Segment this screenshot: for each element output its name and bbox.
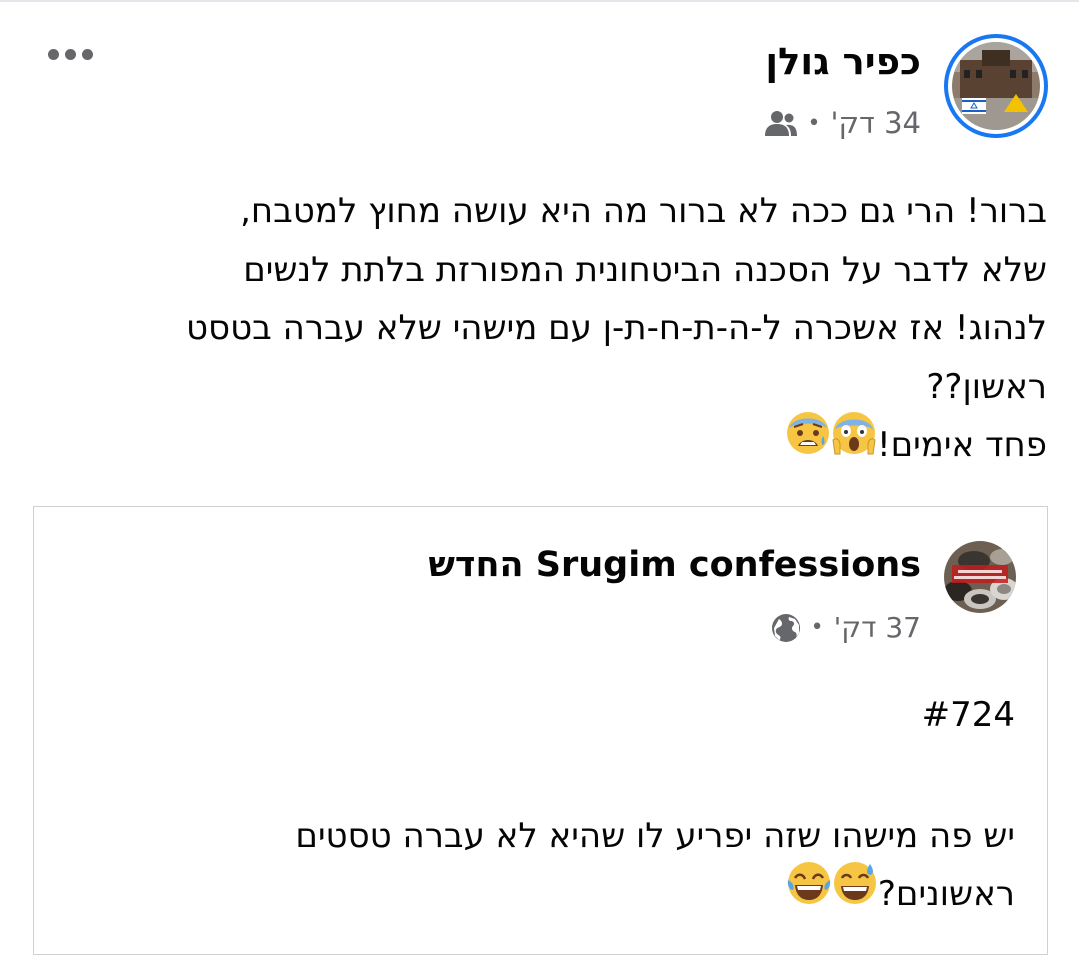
shared-post-text: יש פה מישהו שזה יפריע לו שהיא לא עברה טס… xyxy=(55,807,1015,924)
shared-page-name[interactable]: Srugim confessions החדש xyxy=(428,545,921,585)
shared-page-avatar-image xyxy=(944,541,1016,613)
more-options-button[interactable] xyxy=(48,42,96,66)
author-name[interactable]: כפיר גולן xyxy=(765,40,921,83)
post-meta: 34 דק' • xyxy=(764,106,921,140)
globe-icon[interactable] xyxy=(771,613,801,643)
friends-icon[interactable] xyxy=(764,110,798,136)
shared-post-meta: 37 דק' • xyxy=(771,611,921,644)
shared-text-last: ראשונים? xyxy=(877,874,1015,914)
avatar-image xyxy=(952,42,1040,130)
meta-separator: • xyxy=(807,110,821,136)
shared-post-card[interactable]: Srugim confessions החדש 37 דק' • #724 יש… xyxy=(33,506,1048,955)
shared-post-time[interactable]: 37 דק' xyxy=(834,611,921,644)
post-text-body: ברור! הרי גם ככה לא ברור מה היא עושה מחו… xyxy=(185,191,1047,407)
tears-of-joy-emoji xyxy=(786,860,832,924)
shared-hashtag[interactable]: #724 xyxy=(922,695,1015,735)
post-time[interactable]: 34 דק' xyxy=(830,106,921,140)
post-text-last: פחד אימים! xyxy=(876,425,1047,465)
top-divider xyxy=(0,0,1079,2)
shared-text-body: יש פה מישהו שזה יפריע לו שהיא לא עברה טס… xyxy=(295,816,1015,856)
post-text: ברור! הרי גם ככה לא ברור מה היא עושה מחו… xyxy=(37,182,1047,475)
anxious-face-emoji xyxy=(785,410,831,475)
more-options-icon xyxy=(48,48,59,60)
shared-page-avatar[interactable] xyxy=(944,541,1016,613)
grinning-sweat-emoji xyxy=(832,860,878,924)
shared-meta-separator: • xyxy=(810,615,824,640)
author-avatar[interactable] xyxy=(944,34,1048,138)
face-screaming-emoji xyxy=(831,410,877,475)
